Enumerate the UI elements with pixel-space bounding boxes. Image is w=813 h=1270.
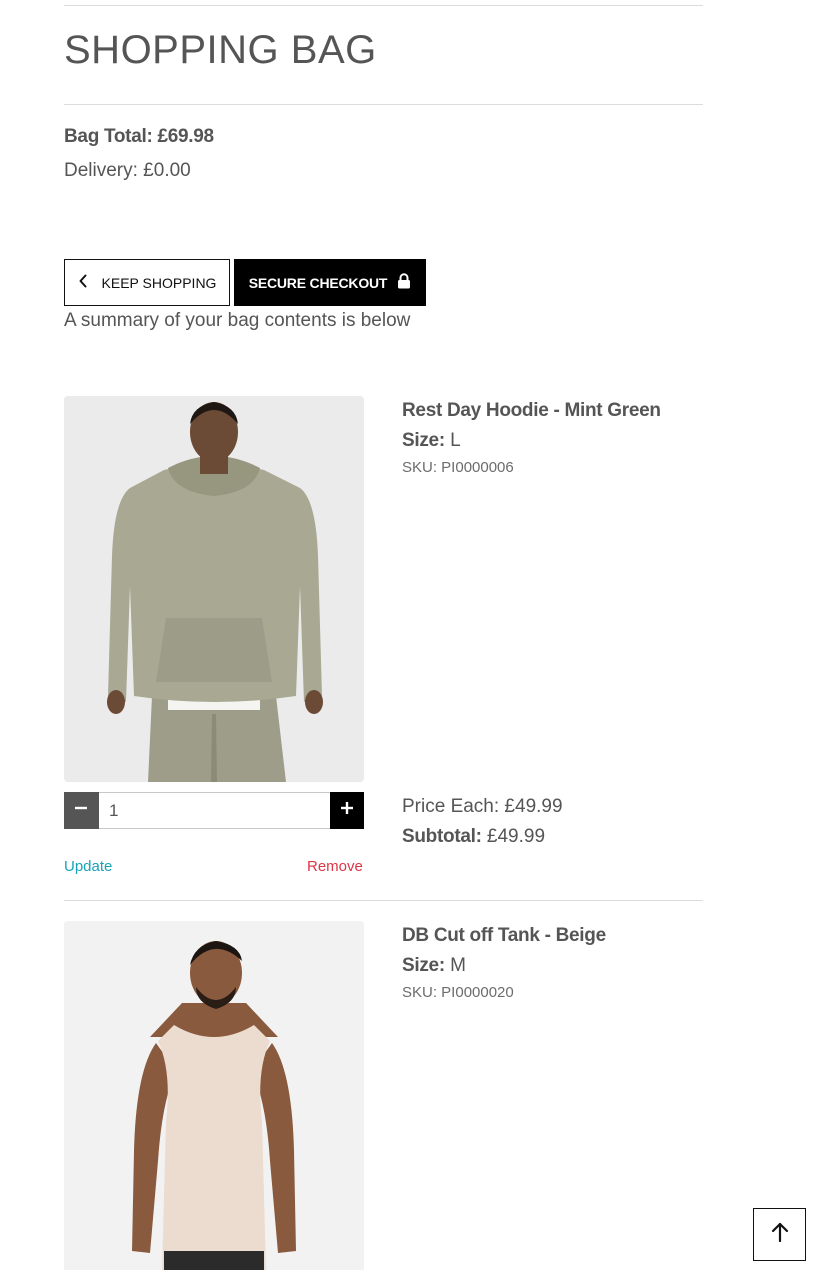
price-each: Price Each: £49.99 [402, 796, 563, 817]
delivery-cost: Delivery: £0.00 [64, 160, 191, 181]
product-size: Size: M [402, 955, 466, 977]
keep-shopping-button[interactable]: KEEP SHOPPING [64, 259, 230, 306]
product-sku: SKU: PI0000006 [402, 459, 514, 476]
remove-link[interactable]: Remove [307, 858, 363, 875]
arrow-up-icon [770, 1221, 790, 1248]
checkout-label: SECURE CHECKOUT [248, 274, 388, 291]
product-name: DB Cut off Tank - Beige [402, 925, 606, 946]
quantity-input[interactable] [98, 792, 330, 829]
page-title: SHOPPING BAG [64, 28, 377, 72]
product-image-hoodie[interactable] [64, 396, 364, 782]
decrement-button[interactable] [64, 792, 99, 829]
minus-icon [74, 801, 88, 820]
title-divider [64, 104, 703, 105]
size-label: Size: [402, 430, 445, 451]
product-sku: SKU: PI0000020 [402, 984, 514, 1001]
top-divider [64, 5, 703, 6]
plus-icon [340, 801, 354, 820]
item-subtotal: Subtotal: £49.99 [402, 826, 545, 848]
size-value: M [450, 955, 466, 976]
chevron-left-icon [78, 274, 88, 291]
product-size: Size: L [402, 430, 461, 452]
shopping-bag-page: SHOPPING BAG Bag Total: £69.98 Delivery:… [0, 0, 813, 1270]
product-name: Rest Day Hoodie - Mint Green [402, 400, 661, 421]
size-value: L [450, 430, 461, 451]
bag-total: Bag Total: £69.98 [64, 126, 214, 147]
item-divider [64, 900, 703, 901]
subtotal-value: £49.99 [486, 826, 546, 847]
increment-button[interactable] [329, 792, 364, 829]
quantity-stepper [64, 792, 364, 829]
update-link[interactable]: Update [64, 858, 112, 875]
back-to-top-button[interactable] [753, 1208, 806, 1261]
bag-summary-text: A summary of your bag contents is below [64, 310, 411, 331]
secure-checkout-button[interactable]: SECURE CHECKOUT [234, 259, 426, 306]
keep-shopping-label: KEEP SHOPPING [101, 274, 217, 291]
subtotal-label: Subtotal: [402, 826, 482, 847]
size-label: Size: [402, 955, 445, 976]
lock-icon [397, 273, 411, 292]
product-image-tank[interactable] [64, 921, 364, 1270]
